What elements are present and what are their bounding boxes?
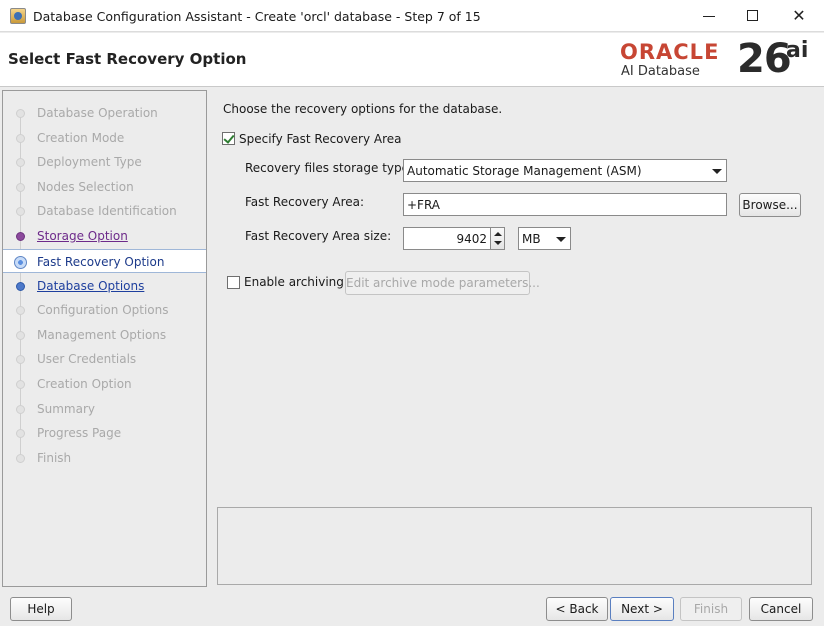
nav-step-nodes-selection: Nodes Selection: [3, 175, 206, 199]
finish-button[interactable]: Finish: [680, 597, 742, 621]
fra-size-unit-select[interactable]: MB: [518, 227, 571, 250]
step-dot-icon: [16, 232, 25, 241]
fra-location-label: Fast Recovery Area:: [245, 195, 365, 209]
nav-step-label: User Credentials: [37, 352, 137, 366]
step-navigation: Database Operation Creation Mode Deploym…: [2, 90, 207, 587]
nav-step-fast-recovery-option[interactable]: Fast Recovery Option: [3, 249, 206, 273]
minimize-icon: [703, 16, 715, 17]
help-button[interactable]: Help: [10, 597, 72, 621]
nav-step-creation-option: Creation Option: [3, 372, 206, 396]
nav-step-label: Storage Option: [37, 229, 128, 243]
nav-step-label: Fast Recovery Option: [37, 255, 165, 269]
nav-step-creation-mode: Creation Mode: [3, 126, 206, 150]
step-dot-icon: [16, 331, 25, 340]
app-icon: [10, 8, 26, 24]
step-dot-icon: [16, 454, 25, 463]
nav-step-database-identification: Database Identification: [3, 199, 206, 223]
storage-type-value: Automatic Storage Management (ASM): [407, 164, 642, 178]
fra-size-input[interactable]: [403, 227, 491, 250]
logo-version: 26: [737, 36, 792, 82]
step-dot-icon: [16, 380, 25, 389]
edit-archive-parameters-button[interactable]: Edit archive mode parameters...: [345, 271, 540, 295]
nav-step-label: Creation Option: [37, 377, 132, 391]
page-header: Select Fast Recovery Option ORACLE AI Da…: [0, 33, 824, 87]
main-panel: Choose the recovery options for the data…: [209, 90, 823, 587]
nav-step-label: Summary: [37, 402, 95, 416]
logo-product: AI Database: [621, 64, 700, 79]
nav-step-label: Deployment Type: [37, 155, 142, 169]
specify-fra-label: Specify Fast Recovery Area: [239, 132, 402, 146]
nav-step-label: Management Options: [37, 328, 167, 342]
logo-suffix: ai: [786, 38, 809, 63]
nav-step-management-options: Management Options: [3, 323, 206, 347]
enable-archiving-label: Enable archiving: [244, 275, 344, 289]
message-panel: [217, 507, 812, 585]
nav-step-label: Progress Page: [37, 426, 122, 440]
nav-step-label: Creation Mode: [37, 131, 125, 145]
window-title: Database Configuration Assistant - Creat…: [33, 9, 481, 24]
nav-step-label: Database Identification: [37, 204, 177, 218]
nav-step-database-options[interactable]: Database Options: [3, 274, 206, 298]
title-bar: Database Configuration Assistant - Creat…: [0, 0, 824, 32]
nav-step-label: Configuration Options: [37, 303, 169, 317]
chevron-down-icon: [556, 237, 566, 242]
fra-location-input[interactable]: [403, 193, 727, 216]
nav-step-storage-option[interactable]: Storage Option: [3, 224, 206, 248]
step-dot-icon: [16, 109, 25, 118]
nav-step-database-operation: Database Operation: [3, 101, 206, 125]
step-dot-icon: [16, 282, 25, 291]
step-dot-icon: [16, 306, 25, 315]
specify-fra-checkbox[interactable]: [222, 132, 235, 145]
step-dot-icon: [16, 183, 25, 192]
chevron-down-icon: [712, 169, 722, 174]
step-dot-icon: [16, 405, 25, 414]
logo-brand: ORACLE: [620, 40, 720, 64]
fra-size-unit-value: MB: [522, 232, 541, 246]
spinner-down-icon: [494, 241, 502, 245]
nav-step-user-credentials: User Credentials: [3, 347, 206, 371]
maximize-icon: [747, 10, 758, 21]
close-button[interactable]: ✕: [776, 0, 822, 32]
nav-step-label: Finish: [37, 451, 72, 465]
nav-step-summary: Summary: [3, 397, 206, 421]
cancel-button[interactable]: Cancel: [749, 597, 813, 621]
back-button[interactable]: < Back: [546, 597, 608, 621]
page-title: Select Fast Recovery Option: [8, 50, 247, 68]
step-dot-icon: [16, 429, 25, 438]
nav-step-progress-page: Progress Page: [3, 421, 206, 445]
close-icon: ✕: [792, 6, 806, 25]
nav-step-configuration-options: Configuration Options: [3, 298, 206, 322]
intro-text: Choose the recovery options for the data…: [223, 102, 503, 116]
fra-size-label: Fast Recovery Area size:: [245, 229, 392, 243]
step-dot-icon: [16, 355, 25, 364]
nav-step-label: Database Operation: [37, 106, 158, 120]
maximize-button[interactable]: [730, 0, 776, 32]
step-dot-icon: [16, 207, 25, 216]
nav-step-finish: Finish: [3, 446, 206, 470]
oracle-logo: ORACLE AI Database 26 ai: [620, 37, 816, 83]
next-button[interactable]: Next >: [610, 597, 674, 621]
storage-type-label: Recovery files storage type:: [245, 161, 414, 175]
minimize-button[interactable]: [686, 0, 732, 32]
browse-button[interactable]: Browse...: [739, 193, 801, 217]
fra-size-spinner[interactable]: [491, 227, 505, 250]
enable-archiving-checkbox[interactable]: [227, 276, 240, 289]
step-dot-icon: [16, 158, 25, 167]
nav-step-label: Database Options: [37, 279, 145, 293]
nav-step-label: Nodes Selection: [37, 180, 134, 194]
spinner-up-icon: [494, 232, 502, 236]
step-dot-icon: [16, 134, 25, 143]
storage-type-select[interactable]: Automatic Storage Management (ASM): [403, 159, 727, 182]
current-step-icon: [14, 256, 27, 269]
nav-step-deployment-type: Deployment Type: [3, 150, 206, 174]
